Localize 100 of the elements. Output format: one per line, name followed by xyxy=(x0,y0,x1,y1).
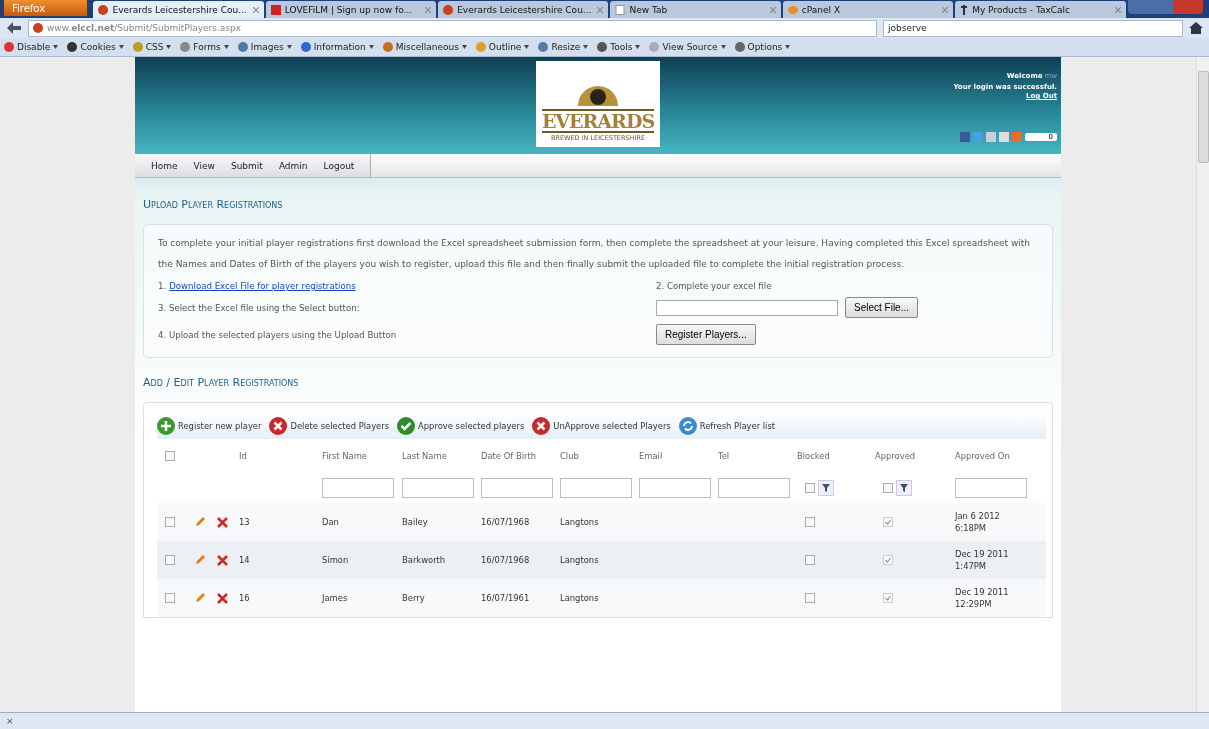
pencil-icon[interactable] xyxy=(195,517,205,527)
filter-field[interactable] xyxy=(639,478,711,498)
download-link[interactable]: Download Excel File for player registrations xyxy=(169,281,356,291)
toolbar-menu[interactable]: Outline xyxy=(475,42,530,52)
pencil-icon[interactable] xyxy=(195,555,205,565)
toolbar-menu[interactable]: Tools xyxy=(597,42,641,52)
filter-field[interactable] xyxy=(955,478,1027,498)
close-icon[interactable] xyxy=(1114,6,1121,13)
browser-tab[interactable]: New Tab xyxy=(610,1,781,18)
dot-icon xyxy=(132,42,143,52)
dot-icon xyxy=(180,42,191,52)
step-text: 3. Select the Excel file using the Select button: xyxy=(158,302,361,313)
filter-field[interactable] xyxy=(481,478,553,498)
row-checkbox[interactable] xyxy=(165,555,175,565)
select-file-button[interactable]: Select File... xyxy=(845,297,919,318)
t-logo-icon xyxy=(960,4,969,15)
dot-icon xyxy=(67,42,78,52)
toolbar-menu[interactable]: Resize xyxy=(538,42,589,52)
toolbar-menu[interactable]: CSS xyxy=(132,42,172,52)
filter-checkbox[interactable] xyxy=(883,483,893,493)
filter-field[interactable] xyxy=(402,478,474,498)
browser-tab[interactable]: LOVEFiLM | Sign up now fo... xyxy=(265,1,437,18)
toolbar-button[interactable]: Refresh Player list xyxy=(678,417,776,435)
close-icon[interactable] xyxy=(942,6,949,13)
delete-icon[interactable] xyxy=(217,516,228,528)
logo-text: EVERARDS xyxy=(541,109,655,133)
column-header[interactable]: Approved xyxy=(875,450,916,462)
table-cell-text: Dec 19 2011 12:29PM xyxy=(955,586,1010,610)
cross-icon xyxy=(269,417,288,435)
table-row[interactable]: 14 Simon Barkworth 16/07/1968 Langtons Dec 19 2011 1:47PM xyxy=(157,541,1046,579)
filter-checkbox[interactable] xyxy=(805,483,815,493)
toolbar-button[interactable]: Approve selected players xyxy=(397,417,525,435)
column-header[interactable]: Club xyxy=(560,450,579,462)
tab-title: LOVEFiLM | Sign up now fo... xyxy=(284,4,413,15)
close-status-bar-button[interactable]: × xyxy=(6,716,14,726)
caret-icon xyxy=(461,45,467,49)
toolbar-menu[interactable]: Forms xyxy=(180,42,229,52)
caret-icon xyxy=(166,45,172,49)
toolbar-button[interactable]: UnApprove selected Players xyxy=(532,417,671,435)
home-icon[interactable] xyxy=(1189,22,1203,34)
delete-icon[interactable] xyxy=(217,554,228,566)
nav-link[interactable]: Admin xyxy=(270,154,316,177)
toolbar-menu[interactable]: Disable xyxy=(4,42,59,52)
search-field[interactable]: jobserve xyxy=(883,19,1183,37)
toolbar-button[interactable]: Delete selected Players xyxy=(269,417,390,435)
close-icon[interactable] xyxy=(597,6,604,13)
table-row[interactable]: 16 James Berry 16/07/1961 Langtons Dec 19 2011 12:29PM xyxy=(157,579,1046,617)
browser-tab[interactable]: Everards Leicestershire Cou... xyxy=(93,1,264,18)
ball-icon xyxy=(98,4,109,15)
close-icon[interactable] xyxy=(252,6,259,13)
dot-icon xyxy=(475,42,486,52)
address-field[interactable]: www.elccl.net/Submit/SubmitPlayers.aspx xyxy=(28,19,877,37)
nav-link[interactable]: Home xyxy=(143,154,186,177)
dot-icon xyxy=(649,42,660,52)
column-header[interactable]: Date Of Birth xyxy=(481,450,536,462)
nav-link[interactable]: Logout xyxy=(315,154,363,177)
nav-link[interactable]: View xyxy=(185,154,223,177)
file-field[interactable] xyxy=(656,299,838,316)
close-icon[interactable] xyxy=(769,6,776,13)
back-arrow-icon[interactable] xyxy=(6,21,22,35)
caret-icon xyxy=(785,45,791,49)
filter-field[interactable] xyxy=(718,478,790,498)
browser-tab[interactable]: Everards Leicestershire Cou... xyxy=(438,1,609,18)
column-header[interactable]: Blocked xyxy=(797,450,830,462)
filter-icon[interactable] xyxy=(818,480,834,496)
table-cell: Dan xyxy=(322,516,339,528)
filter-field[interactable] xyxy=(560,478,632,498)
column-header[interactable]: Tel xyxy=(718,450,730,462)
browser-tab[interactable]: My Products - TaxCalc xyxy=(955,1,1126,18)
column-header[interactable]: Approved On xyxy=(955,450,1010,462)
filter-field[interactable] xyxy=(322,478,394,498)
column-header[interactable]: First Name xyxy=(322,450,367,462)
dot-icon xyxy=(300,42,311,52)
caret-icon xyxy=(286,45,292,49)
ball-icon xyxy=(33,23,43,33)
toolbar-menu[interactable]: Miscellaneous xyxy=(382,42,467,52)
table-row[interactable]: 13 Dan Bailey 16/07/1968 Langtons Jan 6 2012 6:18PM xyxy=(157,503,1046,541)
nav-link[interactable]: Submit xyxy=(222,154,271,177)
column-header[interactable]: Last Name xyxy=(402,450,447,462)
scrollbar[interactable] xyxy=(1196,57,1209,712)
close-icon[interactable] xyxy=(425,6,432,13)
column-header[interactable]: Email xyxy=(639,450,663,462)
toolbar-menu[interactable]: Cookies xyxy=(67,42,124,52)
column-header[interactable]: Id xyxy=(239,450,247,462)
caret-icon xyxy=(635,45,641,49)
row-checkbox[interactable] xyxy=(165,517,175,527)
toolbar-menu[interactable]: Information xyxy=(300,42,374,52)
window-controls[interactable] xyxy=(1127,0,1203,14)
toolbar-menu[interactable]: Options xyxy=(734,42,791,52)
select-all-checkbox[interactable] xyxy=(165,451,175,461)
toolbar-menu[interactable]: View Source xyxy=(649,42,726,52)
browser-tab[interactable]: cPanel X xyxy=(782,1,954,18)
toolbar-menu[interactable]: Images xyxy=(237,42,292,52)
row-checkbox[interactable] xyxy=(165,593,175,603)
delete-icon[interactable] xyxy=(217,592,228,604)
register-players-button[interactable]: Register Players... xyxy=(656,324,756,345)
pencil-icon[interactable] xyxy=(195,593,205,603)
table-cell: 16/07/1961 xyxy=(481,592,530,604)
filter-icon[interactable] xyxy=(896,480,912,496)
toolbar-button[interactable]: Register new player xyxy=(157,417,262,435)
